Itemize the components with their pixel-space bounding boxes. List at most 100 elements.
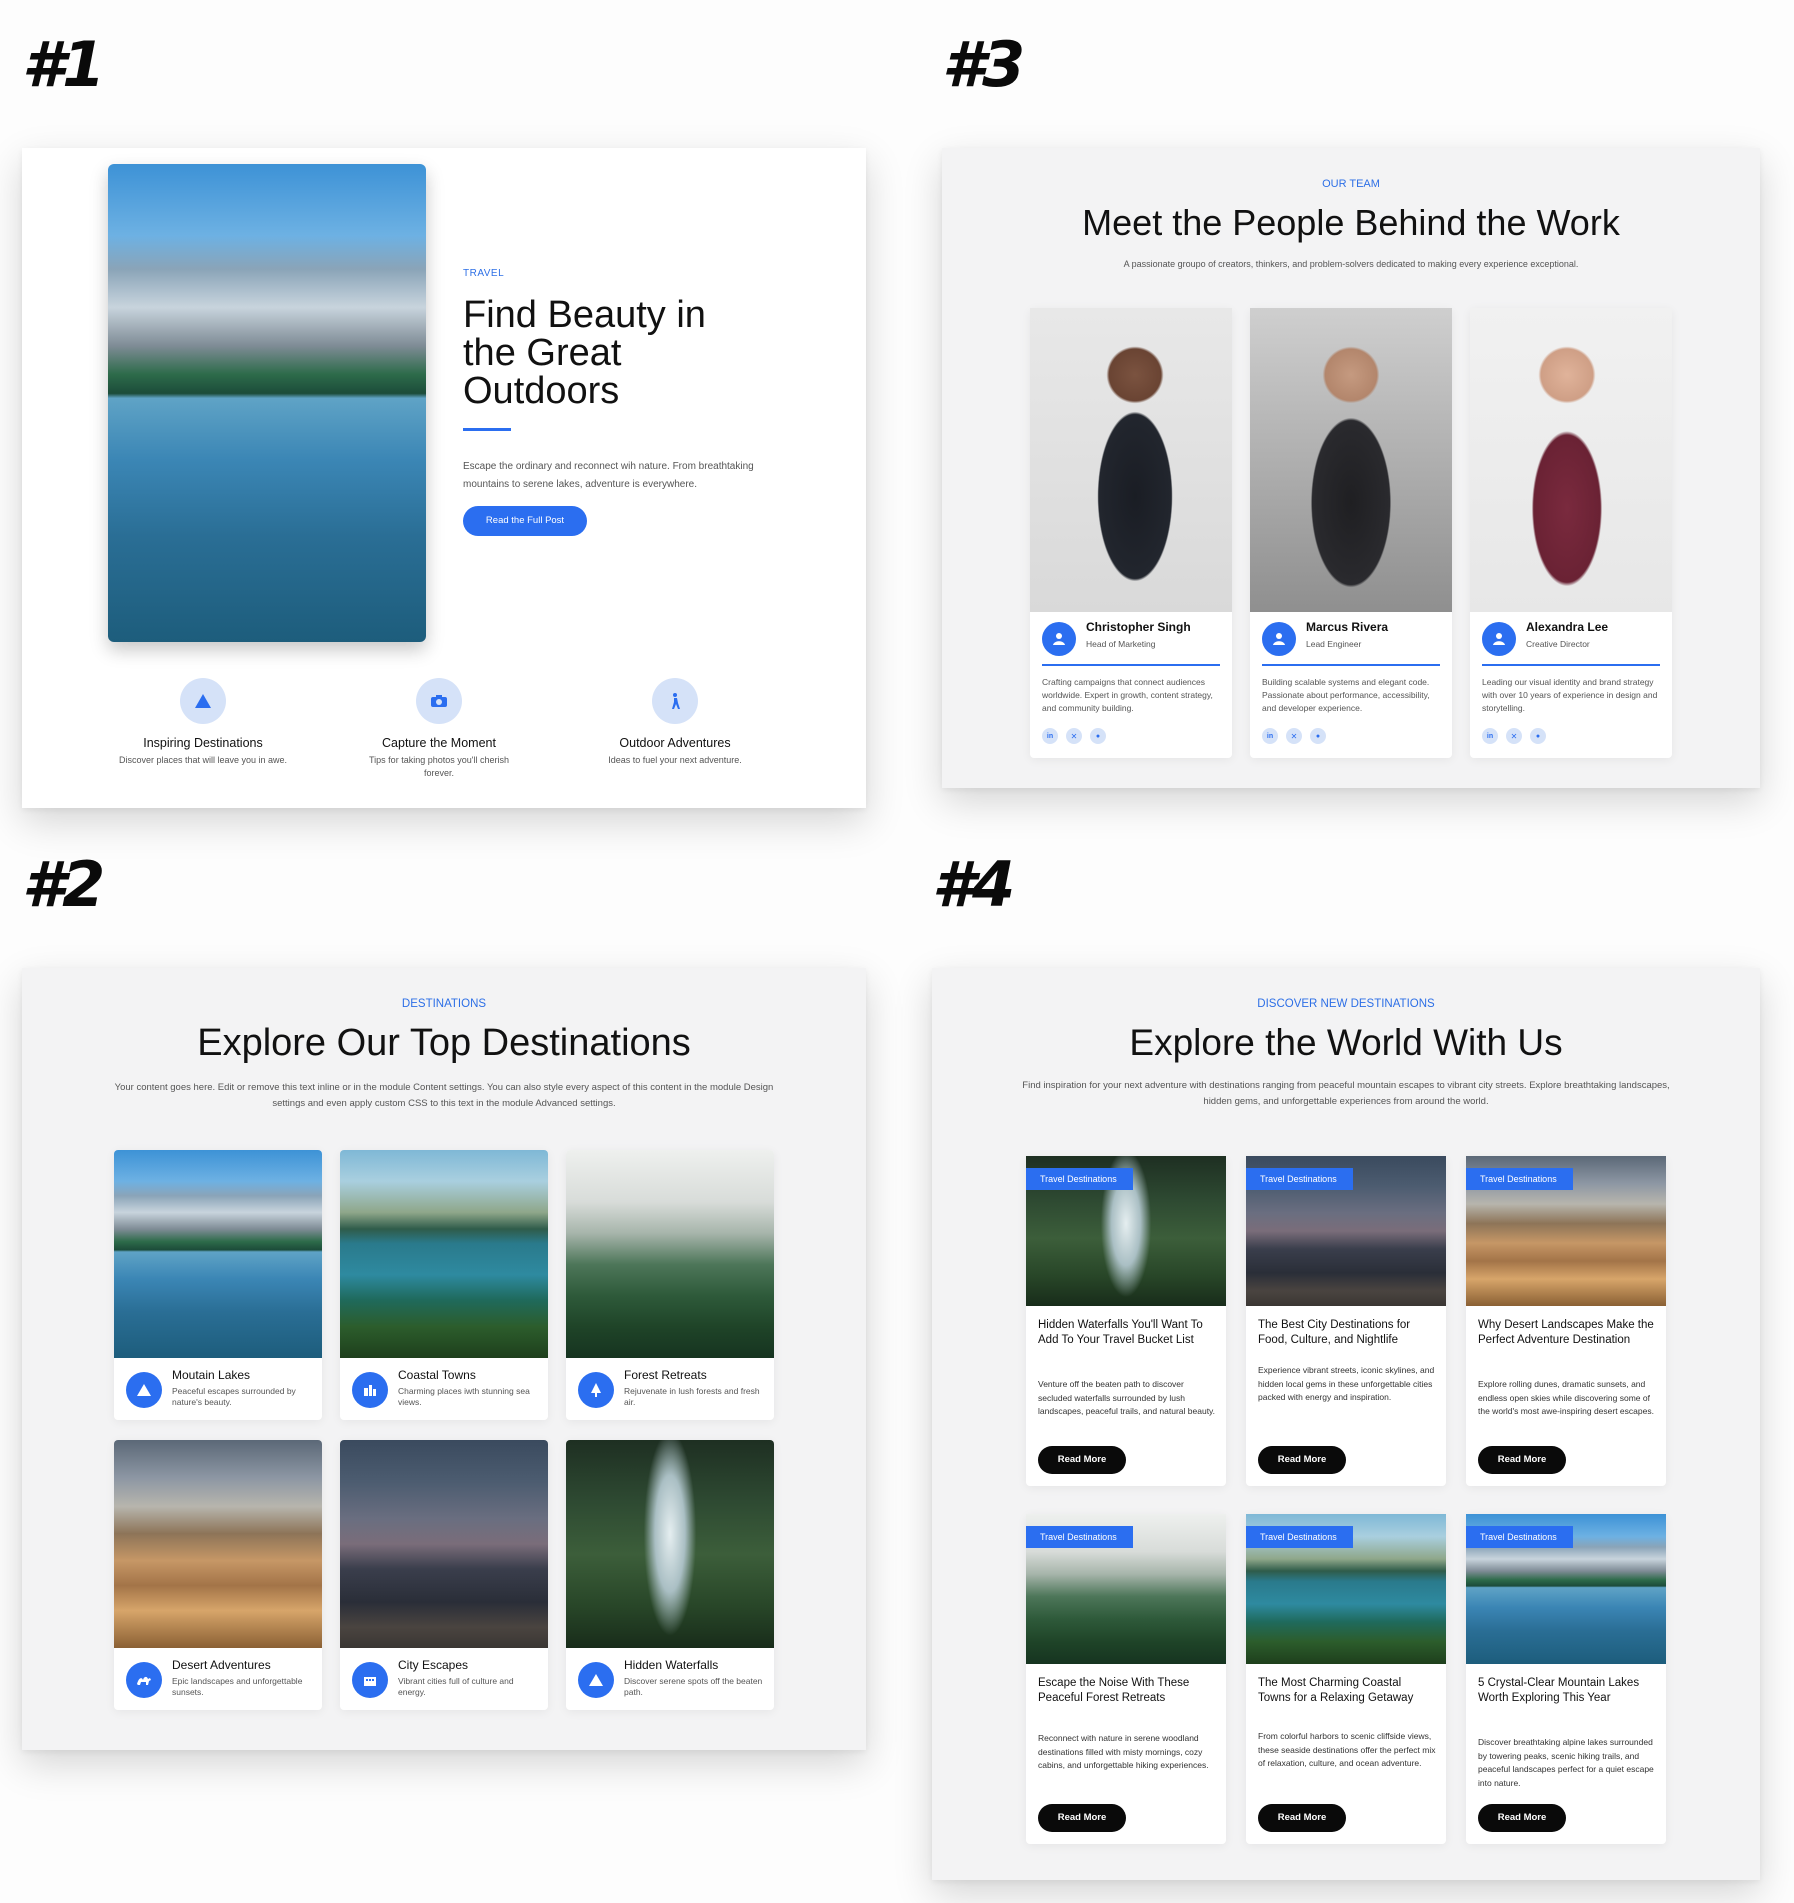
card-divider xyxy=(1482,664,1660,666)
team-title: Meet the People Behind the Work xyxy=(1082,202,1620,243)
destination-title: Desert Adventures xyxy=(172,1658,271,1672)
portrait-image xyxy=(1470,308,1672,612)
destination-card[interactable]: Moutain Lakes Peaceful escapes surrounde… xyxy=(114,1150,322,1420)
hero-divider xyxy=(463,428,511,431)
read-more-button[interactable]: Read More xyxy=(1478,1804,1566,1832)
camel-icon xyxy=(126,1662,162,1698)
post-image: Travel Destinations xyxy=(1246,1156,1446,1306)
post-image: Travel Destinations xyxy=(1026,1156,1226,1306)
member-bio: Leading our visual identity and brand st… xyxy=(1482,677,1658,713)
member-name: Alexandra Lee xyxy=(1526,620,1609,634)
team-card: Alexandra Lee Creative Director Leading … xyxy=(1470,308,1672,758)
feature-item: Capture the Moment Tips for taking photo… xyxy=(354,678,524,780)
read-more-button[interactable]: Read More xyxy=(1038,1446,1126,1474)
team-card: Christopher Singh Head of Marketing Craf… xyxy=(1030,308,1232,758)
reddit-icon[interactable]: ● xyxy=(1310,728,1326,744)
category-tag[interactable]: Travel Destinations xyxy=(1246,1168,1353,1190)
category-tag[interactable]: Travel Destinations xyxy=(1246,1526,1353,1548)
destination-card[interactable]: Hidden Waterfalls Discover serene spots … xyxy=(566,1440,774,1710)
feature-item: Inspiring Destinations Discover places t… xyxy=(118,678,288,767)
destination-title: Moutain Lakes xyxy=(172,1368,251,1382)
portrait-image xyxy=(1030,308,1232,612)
card-divider xyxy=(1262,664,1440,666)
post-title: The Most Charming Coastal Towns for a Re… xyxy=(1258,1677,1414,1704)
destination-desc: Peaceful escapes surrounded by nature's … xyxy=(172,1386,296,1407)
destination-card[interactable]: Forest Retreats Rejuvenate in lush fores… xyxy=(566,1150,774,1420)
category-tag[interactable]: Travel Destinations xyxy=(1026,1168,1133,1190)
blog-eyebrow: DISCOVER NEW DESTINATIONS xyxy=(1257,998,1435,1010)
feature-desc: Discover places that will leave you in a… xyxy=(118,755,288,765)
hero-image xyxy=(108,164,426,642)
blog-title: Explore the World With Us xyxy=(1129,1022,1563,1063)
read-more-button[interactable]: Read More xyxy=(1478,1446,1566,1474)
feature-title: Outdoor Adventures xyxy=(619,736,731,750)
post-title: The Best City Destinations for Food, Cul… xyxy=(1258,1319,1411,1346)
hero-body: Escape the ordinary and reconnect wih na… xyxy=(463,461,754,490)
label-3: #3 xyxy=(942,28,1025,101)
category-tag[interactable]: Travel Destinations xyxy=(1026,1526,1133,1548)
panel-blog: DISCOVER NEW DESTINATIONS Explore the Wo… xyxy=(932,968,1760,1880)
dest-body: Your content goes here. Edit or remove t… xyxy=(114,1082,774,1109)
destination-title: City Escapes xyxy=(398,1658,469,1672)
buildings-icon xyxy=(352,1372,388,1408)
label-4: #4 xyxy=(932,848,1015,921)
panel-team: OUR TEAM Meet the People Behind the Work… xyxy=(942,148,1760,788)
panel-travel-hero: TRAVEL Find Beauty in the Great Outdoors… xyxy=(22,148,866,808)
hero-eyebrow: TRAVEL xyxy=(463,268,505,279)
user-icon xyxy=(1262,622,1296,656)
panel-destinations: DESTINATIONS Explore Our Top Destination… xyxy=(22,968,866,1750)
destination-card[interactable]: Desert Adventures Epic landscapes and un… xyxy=(114,1440,322,1710)
team-eyebrow: OUR TEAM xyxy=(1322,178,1380,190)
user-icon xyxy=(1042,622,1076,656)
member-name: Marcus Rivera xyxy=(1306,620,1389,634)
post-title: Hidden Waterfalls You'll Want To Add To … xyxy=(1038,1319,1203,1346)
destination-image xyxy=(566,1150,774,1358)
feature-item: Outdoor Adventures Ideas to fuel your ne… xyxy=(590,678,760,767)
destination-desc: Vibrant cities full of culture and energ… xyxy=(398,1676,514,1697)
destination-desc: Epic landscapes and unforgettable sunset… xyxy=(172,1676,303,1697)
reddit-icon[interactable]: ● xyxy=(1090,728,1106,744)
blog-card: Travel Destinations Escape the Noise Wit… xyxy=(1026,1514,1226,1844)
x-icon[interactable]: ✕ xyxy=(1506,728,1522,744)
linkedin-icon[interactable]: in xyxy=(1262,728,1278,744)
read-more-button[interactable]: Read More xyxy=(1038,1804,1126,1832)
dest-eyebrow: DESTINATIONS xyxy=(401,998,487,1010)
card-divider xyxy=(1042,664,1220,666)
x-icon[interactable]: ✕ xyxy=(1286,728,1302,744)
mountain-icon xyxy=(578,1662,614,1698)
post-title: Why Desert Landscapes Make the Perfect A… xyxy=(1478,1319,1654,1346)
post-title: Escape the Noise With These Peaceful For… xyxy=(1038,1677,1190,1704)
linkedin-icon[interactable]: in xyxy=(1042,728,1058,744)
reddit-icon[interactable]: ● xyxy=(1530,728,1546,744)
member-role: Lead Engineer xyxy=(1306,639,1362,649)
post-image: Travel Destinations xyxy=(1466,1156,1666,1306)
tree-icon xyxy=(578,1372,614,1408)
destination-image xyxy=(114,1150,322,1358)
destination-title: Hidden Waterfalls xyxy=(624,1658,719,1672)
read-full-post-button[interactable]: Read the Full Post xyxy=(463,506,587,536)
post-title: 5 Crystal-Clear Mountain Lakes Worth Exp… xyxy=(1478,1677,1640,1704)
member-name: Christopher Singh xyxy=(1086,620,1191,634)
linkedin-icon[interactable]: in xyxy=(1482,728,1498,744)
member-role: Head of Marketing xyxy=(1086,639,1156,649)
post-excerpt: Explore rolling dunes, dramatic sunsets,… xyxy=(1478,1379,1654,1416)
category-tag[interactable]: Travel Destinations xyxy=(1466,1526,1573,1548)
destination-card[interactable]: City Escapes Vibrant cities full of cult… xyxy=(340,1440,548,1710)
read-more-button[interactable]: Read More xyxy=(1258,1446,1346,1474)
post-excerpt: Experience vibrant streets, iconic skyli… xyxy=(1258,1365,1435,1402)
mountain-icon xyxy=(126,1372,162,1408)
x-icon[interactable]: ✕ xyxy=(1066,728,1082,744)
post-excerpt: From colorful harbors to scenic cliffsid… xyxy=(1258,1731,1436,1768)
read-more-button[interactable]: Read More xyxy=(1258,1804,1346,1832)
feature-title: Inspiring Destinations xyxy=(143,736,263,750)
post-excerpt: Venture off the beaten path to discover … xyxy=(1038,1379,1216,1416)
blog-card: Travel Destinations Hidden Waterfalls Yo… xyxy=(1026,1156,1226,1486)
city-icon xyxy=(352,1662,388,1698)
dest-title: Explore Our Top Destinations xyxy=(197,1022,691,1064)
destination-desc: Charming places iwth stunning sea views. xyxy=(398,1386,530,1407)
destination-card[interactable]: Coastal Towns Charming places iwth stunn… xyxy=(340,1150,548,1420)
camera-icon xyxy=(416,678,462,724)
category-tag[interactable]: Travel Destinations xyxy=(1466,1168,1573,1190)
social-links: in ✕ ● xyxy=(1482,728,1546,744)
destination-desc: Rejuvenate in lush forests and fresh air… xyxy=(624,1386,760,1407)
